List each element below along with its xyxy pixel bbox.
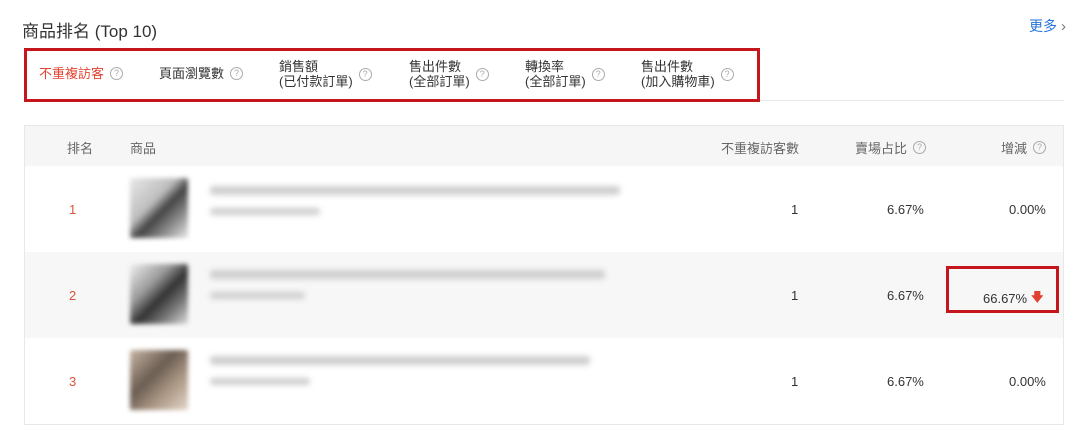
tab-items-sold-all[interactable]: 售出件數 (全部訂單) ?	[409, 59, 489, 89]
page-title: 商品排名 (Top 10)	[22, 22, 158, 41]
column-header-rank: 排名	[67, 141, 94, 156]
column-header-product: 商品	[130, 141, 157, 156]
column-header-change: 增減 ?	[1001, 138, 1047, 157]
tab-sublabel: (加入購物車)	[641, 74, 715, 89]
visitor-count: 1	[791, 288, 799, 303]
more-label: 更多	[1029, 18, 1057, 34]
product-name-blurred	[210, 356, 590, 365]
help-icon[interactable]: ?	[230, 67, 244, 80]
store-share: 6.67%	[887, 202, 924, 217]
tab-conversion-rate[interactable]: 轉換率 (全部訂單) ?	[525, 59, 605, 89]
tab-label: 頁面瀏覽數	[159, 66, 225, 81]
product-name-blurred	[210, 186, 620, 195]
rank-number: 3	[69, 374, 77, 389]
table-header: 排名 商品 不重複訪客數 賣場占比 ? 增減 ?	[25, 126, 1063, 166]
product-variant-blurred	[210, 378, 310, 385]
tab-label: 售出件數	[641, 59, 694, 74]
change-value: 0.00%	[1009, 202, 1046, 217]
store-share: 6.67%	[887, 288, 924, 303]
metric-tabs: 不重複訪客 ? 頁面瀏覽數 ? 銷售額 (已付款訂單) ? 售出件數 (全部訂單…	[24, 48, 760, 102]
tab-label: 不重複訪客	[39, 66, 105, 81]
more-link[interactable]: 更多 ›	[1029, 16, 1066, 36]
help-icon[interactable]: ?	[110, 67, 124, 80]
store-share: 6.67%	[887, 374, 924, 389]
visitor-count: 1	[791, 202, 799, 217]
column-header-visitors: 不重複訪客數	[721, 141, 800, 156]
product-thumbnail[interactable]	[130, 178, 188, 238]
rank-number: 2	[69, 288, 77, 303]
tab-label: 售出件數	[409, 59, 462, 74]
change-percent: 0.00%	[1009, 374, 1046, 389]
product-thumbnail[interactable]	[130, 350, 188, 410]
column-header-share-label: 賣場占比	[855, 141, 908, 156]
tab-sales-paid[interactable]: 銷售額 (已付款訂單) ?	[279, 59, 372, 89]
ranking-table: 排名 商品 不重複訪客數 賣場占比 ? 增減 ? 1 1 6.67% 0.00%…	[24, 125, 1064, 425]
column-header-change-label: 增減	[1001, 141, 1028, 156]
product-name-blurred	[210, 270, 605, 279]
tab-label: 轉換率	[525, 59, 565, 74]
product-variant-blurred	[210, 208, 320, 215]
tab-sublabel: (全部訂單)	[409, 74, 470, 89]
table-row[interactable]: 3 1 6.67% 0.00%	[25, 338, 1063, 424]
table-row[interactable]: 2 1 6.67% 66.67% 🡇	[25, 252, 1063, 338]
tab-items-sold-cart[interactable]: 售出件數 (加入購物車) ?	[641, 59, 734, 89]
help-icon[interactable]: ?	[475, 67, 489, 81]
highlight-box	[946, 266, 1059, 313]
visitor-count: 1	[791, 374, 799, 389]
tab-label: 銷售額	[279, 59, 319, 74]
tabs-divider	[760, 100, 1064, 101]
column-header-share: 賣場占比 ?	[855, 138, 927, 157]
product-variant-blurred	[210, 292, 305, 299]
tab-unique-visitors[interactable]: 不重複訪客 ?	[39, 66, 124, 81]
help-icon[interactable]: ?	[720, 67, 734, 81]
help-icon[interactable]: ?	[358, 67, 372, 81]
help-icon[interactable]: ?	[913, 141, 927, 154]
chevron-right-icon: ›	[1061, 17, 1066, 35]
tab-sublabel: (全部訂單)	[525, 74, 586, 89]
tab-page-views[interactable]: 頁面瀏覽數 ?	[159, 66, 244, 81]
help-icon[interactable]: ?	[591, 67, 605, 81]
rank-number: 1	[69, 202, 77, 217]
product-thumbnail[interactable]	[130, 264, 188, 324]
tab-sublabel: (已付款訂單)	[279, 74, 353, 89]
table-row[interactable]: 1 1 6.67% 0.00%	[25, 166, 1063, 252]
change-value: 0.00%	[1009, 374, 1046, 389]
help-icon[interactable]: ?	[1033, 141, 1047, 154]
change-percent: 0.00%	[1009, 202, 1046, 217]
